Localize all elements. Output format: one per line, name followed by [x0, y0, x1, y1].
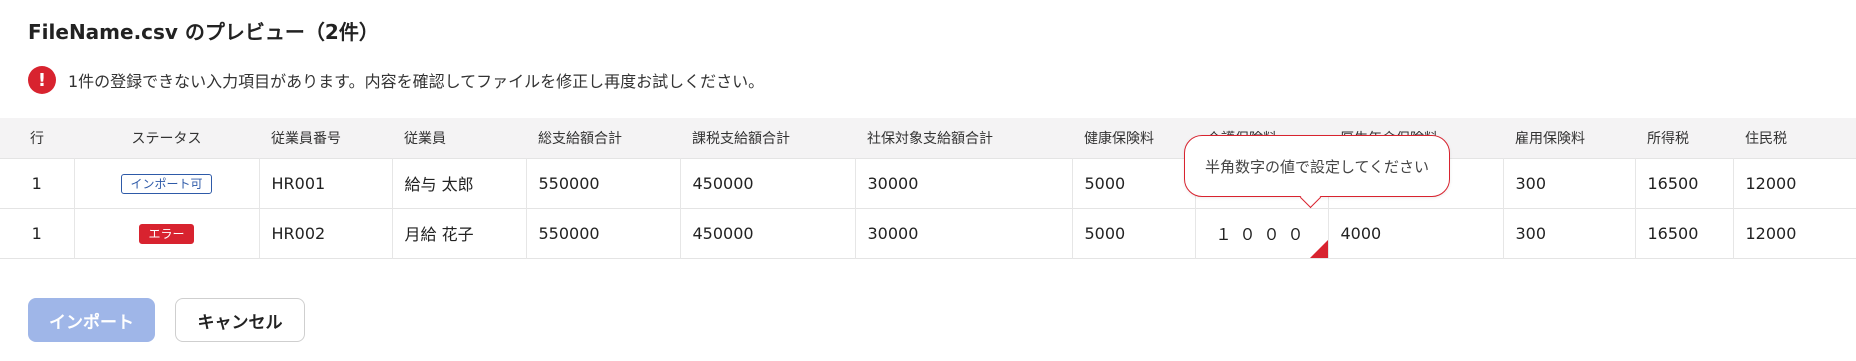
- cell-row-number: 1: [0, 208, 75, 258]
- cell-resident-tax: 12000: [1745, 173, 1797, 193]
- invalid-value: １０００: [1215, 225, 1312, 244]
- cell-health-insurance: 5000: [1072, 158, 1196, 208]
- error-icon: !: [28, 66, 56, 94]
- header-taxable-pay: 課税支給額合計: [692, 130, 790, 147]
- cell-status: エラー: [74, 208, 260, 258]
- cell-resident-tax: 12000: [1745, 223, 1797, 243]
- preview-table: 行 ステータス 従業員番号 従業員 総支給額合計 課税支給額合計 社保対象支給額…: [0, 118, 1856, 259]
- header-income-tax: 所得税: [1647, 130, 1689, 147]
- cell-income-tax: 16500: [1635, 158, 1734, 208]
- header-employment-insurance: 雇用保険料: [1515, 130, 1585, 147]
- error-alert: ! 1件の登録できない入力項目があります。内容を確認してファイルを修正し再度お試…: [28, 66, 764, 94]
- cell-nursing-insurance-error[interactable]: １０００: [1195, 208, 1329, 258]
- table-header-row: 行 ステータス 従業員番号 従業員 総支給額合計 課税支給額合計 社保対象支給額…: [0, 118, 1856, 158]
- header-resident-tax: 住民税: [1745, 130, 1787, 147]
- cell-pension-insurance: 4000: [1328, 208, 1504, 258]
- cell-employee: 給与 太郎: [392, 158, 527, 208]
- status-badge-importable: インポート可: [121, 173, 212, 194]
- cell-total-pay: 550000: [526, 158, 681, 208]
- page-title: FileName.csv のプレビュー（2件）: [28, 20, 379, 44]
- header-employee: 従業員: [404, 130, 446, 147]
- table-row: 1 エラー HR002 月給 花子 550000 450000 30000 50…: [0, 208, 1856, 258]
- cell-total-pay: 550000: [526, 208, 681, 258]
- cell-employee-number: HR002: [259, 208, 393, 258]
- tooltip-text: 半角数字の値で設定してください: [1204, 157, 1430, 176]
- cell-taxable-pay: 450000: [680, 208, 856, 258]
- error-tooltip: 半角数字の値で設定してください: [1184, 135, 1450, 209]
- cell-income-tax: 16500: [1635, 208, 1734, 258]
- cell-social-insurance-pay: 30000: [855, 158, 1073, 208]
- header-total-pay: 総支給額合計: [538, 130, 622, 147]
- header-social-insurance-pay: 社保対象支給額合計: [867, 130, 993, 147]
- header-status: ステータス: [131, 130, 202, 147]
- alert-message: 1件の登録できない入力項目があります。内容を確認してファイルを修正し再度お試しく…: [68, 72, 765, 91]
- cell-employment-insurance: 300: [1503, 158, 1636, 208]
- cell-status: インポート可: [74, 158, 260, 208]
- cell-row-number: 1: [0, 158, 75, 208]
- status-badge-error: エラー: [139, 223, 194, 244]
- cell-social-insurance-pay: 30000: [855, 208, 1073, 258]
- cell-employee: 月給 花子: [392, 208, 527, 258]
- error-marker: [1309, 239, 1328, 258]
- cell-employment-insurance: 300: [1503, 208, 1636, 258]
- table-row: 1 インポート可 HR001 給与 太郎 550000 450000 30000…: [0, 158, 1856, 208]
- import-button[interactable]: インポート: [28, 298, 155, 342]
- header-row-number: 行: [30, 130, 44, 147]
- header-health-insurance: 健康保険料: [1084, 130, 1154, 147]
- cancel-button[interactable]: キャンセル: [175, 298, 305, 342]
- cell-employee-number: HR001: [259, 158, 393, 208]
- header-employee-number: 従業員番号: [271, 130, 341, 147]
- cell-health-insurance: 5000: [1072, 208, 1196, 258]
- cell-taxable-pay: 450000: [680, 158, 856, 208]
